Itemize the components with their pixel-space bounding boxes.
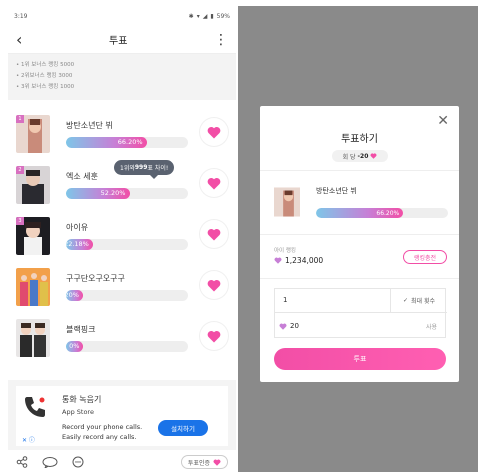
vote-count-form: 1 ✓ 최대 횟수 20 사용 [274, 288, 447, 338]
vote-progress-bar: 22.18% [66, 238, 188, 250]
signal-icon: ▾ [196, 12, 200, 20]
idol-name: 블랙핑크 [66, 324, 96, 334]
vote-percent: 52.20% [100, 189, 126, 197]
divider [260, 170, 459, 171]
ad-title: 통화 녹음기 [62, 395, 102, 404]
vote-progress-bar: 0% [66, 340, 188, 352]
idol-thumbnail: 2 [16, 165, 50, 204]
vote-heart-button[interactable] [200, 118, 228, 146]
use-label: 사용 [425, 323, 437, 331]
rank-badge: 1 [16, 114, 24, 123]
more-vert-icon[interactable]: ⋮ [214, 33, 228, 47]
vote-list-screen: 3:19 ✱ ▾ ◢ ▮ 59% ‹ 투표 ⋮ • 1위 보너스 랭킹 5000… [8, 6, 236, 472]
heart-icon [370, 153, 377, 159]
dialog-title: 투표하기 [341, 134, 378, 145]
close-icon[interactable]: ✕ [437, 114, 449, 128]
heart-icon [213, 459, 221, 466]
wifi-icon: ◢ [202, 12, 208, 20]
list-item: 3 아이유 22.18% [8, 210, 236, 261]
idol-rank-label: 아이 랭킹 [274, 248, 296, 254]
share-icon[interactable] [16, 456, 28, 468]
vote-progress-bar: 12.20% [66, 289, 188, 301]
bluetooth-icon: ✱ [188, 12, 194, 20]
screen: 3:19 ✱ ▾ ◢ ▮ 59% ‹ 투표 ⋮ • 1위 보너스 랭킹 5000… [0, 0, 478, 476]
idol-name: 방탄소년단 뷔 [66, 120, 113, 130]
list-item: 2 엑소 세훈 52.20% 1위와 999 표 차이! [8, 159, 236, 210]
hearts-used: 20 [279, 314, 299, 338]
status-bar: 3:19 ✱ ▾ ◢ ▮ 59% [8, 6, 236, 26]
ad-description: Record your phone calls. Easily record a… [62, 423, 143, 441]
reward-line: • 2위보너스 랭킹 3000 [16, 73, 73, 79]
vote-verify-button[interactable]: 투표인증 [180, 455, 228, 469]
comment-icon[interactable] [72, 456, 84, 468]
vote-heart-button[interactable] [200, 169, 228, 197]
vote-percent: 0% [69, 342, 80, 350]
status-time: 3:19 [14, 12, 28, 20]
heart-icon [207, 228, 221, 240]
back-arrow-icon[interactable]: ‹ [16, 31, 22, 48]
rank-badge: 3 [16, 216, 24, 225]
reward-info: • 1위 보너스 랭킹 5000 • 2위보너스 랭킹 3000 • 3위 보너… [8, 54, 236, 100]
vote-heart-button[interactable] [200, 322, 228, 350]
idol-name: 방탄소년단 뷔 [316, 187, 357, 195]
page-title: 투표 [109, 36, 128, 47]
vote-progress-bar: 66.20% [316, 208, 448, 218]
list-item: 구구단오구오구구 12.20% [8, 261, 236, 312]
idol-thumbnail [274, 186, 300, 218]
vote-percent: 12.20% [66, 291, 79, 299]
idol-name: 구구단오구오구구 [66, 273, 125, 283]
heart-icon [207, 279, 221, 291]
divider [260, 234, 459, 235]
vote-heart-button[interactable] [200, 271, 228, 299]
heart-icon [207, 330, 221, 342]
vote-submit-button[interactable]: 투표 [274, 348, 446, 370]
idol-rank-value: 1,234,000 [274, 256, 323, 265]
heart-icon [279, 323, 287, 330]
idol-thumbnail: 1 [16, 114, 50, 153]
idol-thumbnail [16, 267, 50, 306]
vote-percent: 66.20% [376, 209, 400, 217]
vote-percent: 66.20% [117, 138, 143, 146]
rank-badge: 2 [16, 165, 24, 174]
heart-icon [274, 257, 282, 264]
idol-name: 아이유 [66, 222, 89, 232]
install-button[interactable]: 설치하기 [158, 420, 208, 436]
reward-line: • 3위 보너스 랭킹 1000 [16, 84, 75, 90]
phone-icon [25, 397, 45, 417]
check-icon: ✓ [402, 297, 409, 304]
heart-icon [207, 177, 221, 189]
vote-progress-bar: 52.20% [66, 187, 188, 199]
vote-gap-tooltip: 1위와 999 표 차이! [114, 160, 175, 179]
idol-thumbnail: 3 [16, 216, 50, 255]
reward-line: • 1위 보너스 랭킹 5000 [16, 62, 75, 68]
vote-count-input[interactable]: 1 [275, 289, 391, 313]
cost-per-vote: 회 당 -20 [332, 150, 388, 162]
chat-icon[interactable] [42, 456, 58, 468]
ad-store: App Store [62, 408, 94, 416]
battery-level: 59% [216, 12, 230, 20]
list-item: 1 방탄소년단 뷔 66.20% [8, 108, 236, 159]
modal-overlay[interactable]: ✕ 투표하기 회 당 -20 방탄소년단 뷔 66.20% 아이 랭킹 1,23… [238, 6, 478, 472]
battery-icon: ▮ [210, 12, 214, 20]
bottom-toolbar: 투표인증 [8, 452, 236, 472]
vote-percent: 22.18% [66, 240, 89, 248]
vote-heart-button[interactable] [200, 220, 228, 248]
app-bar: ‹ 투표 ⋮ [8, 26, 236, 54]
idol-thumbnail [16, 318, 50, 357]
max-count-button[interactable]: ✓ 최대 횟수 [391, 289, 447, 313]
divider [260, 278, 459, 279]
ad-close-icon[interactable]: ✕ ⓘ [22, 435, 35, 444]
charge-button[interactable]: 랭킹충전 [403, 250, 447, 264]
list-item: 블랙핑크 0% [8, 312, 236, 363]
ad-banner: 통화 녹음기 App Store Record your phone calls… [8, 380, 236, 450]
heart-icon [207, 126, 221, 138]
vote-progress-bar: 66.20% [66, 136, 188, 148]
vote-dialog: ✕ 투표하기 회 당 -20 방탄소년단 뷔 66.20% 아이 랭킹 1,23… [260, 106, 459, 382]
ranking-list: 1 방탄소년단 뷔 66.20% 2 엑소 세훈 52.20% 1위와 999 … [8, 100, 236, 363]
